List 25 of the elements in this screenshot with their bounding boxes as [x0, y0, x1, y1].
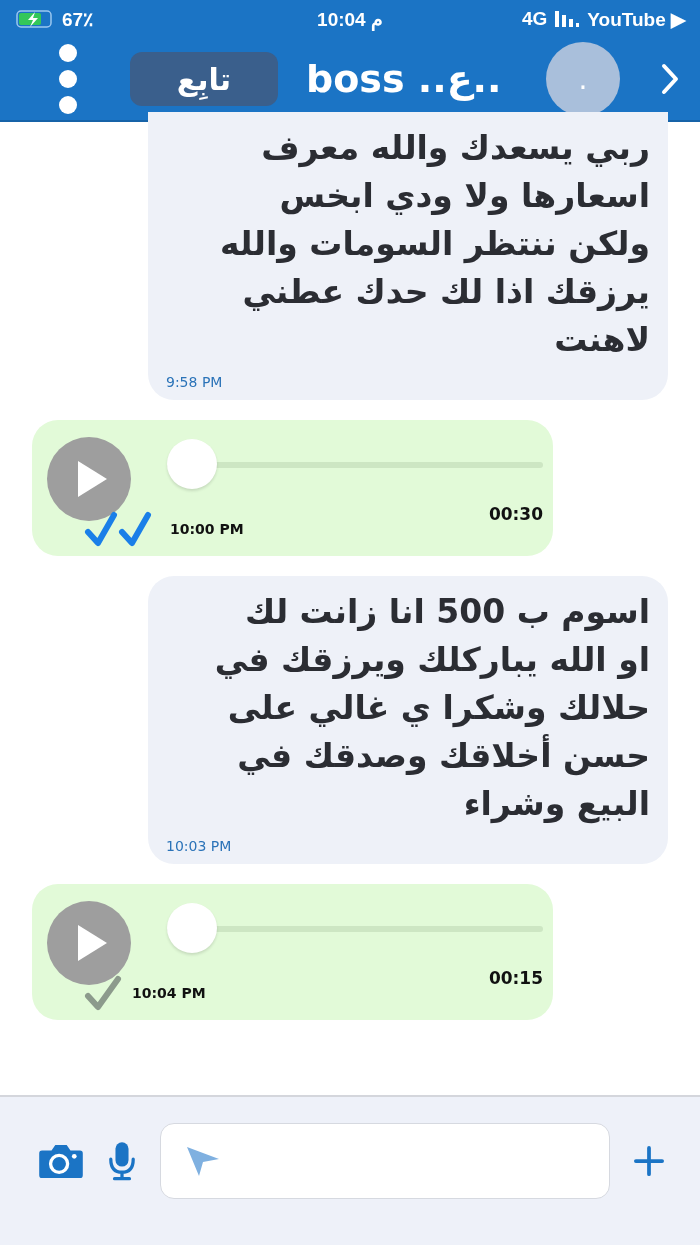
- camera-icon[interactable]: [38, 1143, 84, 1179]
- follow-button[interactable]: تابِع: [130, 52, 278, 106]
- battery-percent: 67٪: [62, 7, 94, 31]
- message-time: 10:00 PM: [170, 521, 244, 537]
- play-button[interactable]: [47, 901, 131, 985]
- network-type: 4G: [521, 8, 548, 30]
- message-time: 10:04 PM: [132, 985, 206, 1001]
- message-time: 10:03 PM: [166, 838, 232, 854]
- play-button[interactable]: [47, 437, 131, 521]
- signal-icon: [555, 10, 580, 28]
- message-input-field[interactable]: [160, 1123, 610, 1199]
- microphone-icon[interactable]: [108, 1141, 136, 1181]
- message-time: 9:58 PM: [166, 374, 223, 390]
- audio-duration: 00:15: [488, 968, 543, 988]
- more-menu-icon[interactable]: [58, 44, 78, 114]
- clock: 10:04 م: [317, 7, 383, 31]
- plus-icon[interactable]: [634, 1146, 664, 1176]
- audio-duration: 00:30: [488, 504, 543, 524]
- back-to-app-label[interactable]: YouTube ▶: [587, 7, 686, 31]
- message-text: اسوم ب 500 انا زانت لك او الله يباركلك ويرزقك في حلالك وشكرا ي غالي على حسن أخلاقك وصدقك في البيع وشراء: [213, 591, 650, 826]
- message-text: ربي يسعدك والله معرف اسعارها ولا ودي ابخس ولكن ننتظر السومات والله يرزقك اذا لك حدك عطني لاهنت: [219, 127, 650, 361]
- back-chevron-icon[interactable]: [660, 63, 680, 95]
- chat-title: ..ع.. boss: [306, 57, 502, 101]
- battery-icon: [14, 9, 54, 29]
- send-icon[interactable]: [185, 1145, 221, 1177]
